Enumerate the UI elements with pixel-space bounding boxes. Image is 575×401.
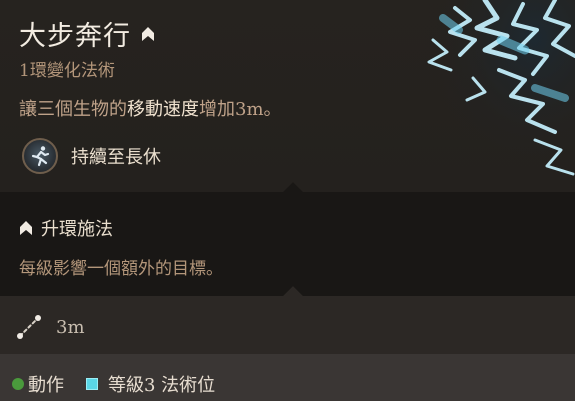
running-figure-icon — [22, 138, 58, 174]
spell-title-row: 大步奔行 — [19, 14, 155, 53]
spell-title: 大步奔行 — [19, 21, 131, 52]
spell-art-image — [415, 0, 575, 192]
spell-duration: 持續至長休 — [71, 147, 161, 168]
cost-row: 動作 等級3 法術位 — [12, 371, 215, 397]
spell-school-level: 1環變化法術 — [19, 61, 115, 81]
description-text: 讓三個生物的 — [19, 99, 127, 120]
action-dot-icon — [12, 378, 24, 390]
spell-range: 3m — [56, 316, 85, 338]
range-row: 3m — [16, 314, 85, 340]
spell-description: 讓三個生物的移動速度增加3m。 — [19, 95, 282, 121]
spell-tooltip: 大步奔行 1環變化法術 讓三個生物的移動速度增加3m。 持續至長休 升環施法 每… — [0, 0, 575, 401]
upcast-description: 每級影響一個額外的目標。 — [19, 259, 223, 279]
chevron-up-icon — [20, 221, 32, 235]
description-keyword[interactable]: 移動速度 — [127, 99, 199, 120]
spell-slot-icon — [86, 378, 98, 390]
range-section — [0, 296, 575, 354]
upcast-title: 升環施法 — [41, 219, 113, 240]
duration-row: 持續至長休 — [22, 138, 161, 174]
upcast-section — [0, 192, 575, 296]
description-text: 增加3m。 — [199, 99, 282, 120]
range-icon — [17, 315, 41, 339]
action-cost: 動作 — [28, 375, 64, 396]
upcast-title-row: 升環施法 — [19, 215, 113, 241]
chevron-up-icon — [142, 26, 154, 41]
spell-slot-cost: 等級3 法術位 — [108, 375, 216, 396]
